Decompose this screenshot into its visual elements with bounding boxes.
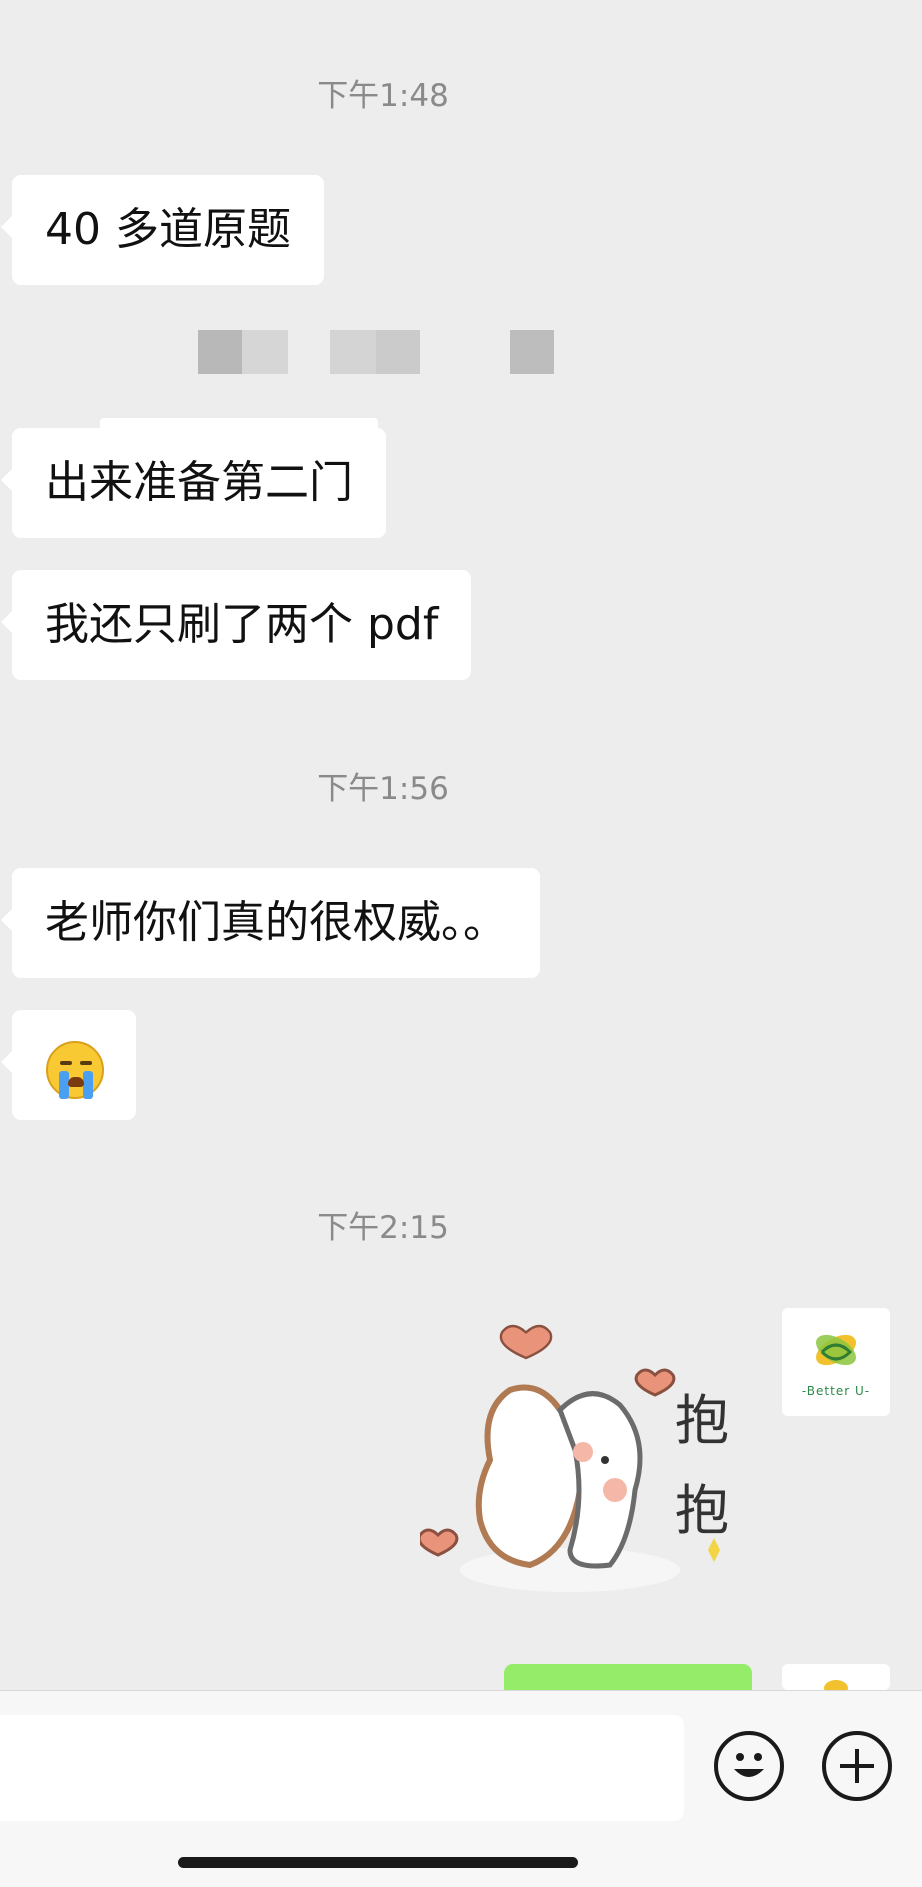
- emoji-button[interactable]: [714, 1731, 784, 1801]
- plus-button-icon: [840, 1749, 874, 1783]
- sticker-text: 抱抱: [675, 1389, 729, 1542]
- user-avatar[interactable]: [782, 1664, 890, 1690]
- message-bubble[interactable]: 老师你们真的很权威。。: [1, 868, 540, 978]
- message-bubble[interactable]: 40 多道原题: [1, 175, 324, 285]
- timestamp: 下午2:15: [317, 1210, 449, 1246]
- timestamp: 下午1:48: [317, 78, 449, 114]
- crying-face-icon: [46, 1041, 104, 1099]
- bubble-edge-fragment: [100, 418, 378, 428]
- message-input[interactable]: [0, 1715, 684, 1821]
- message-bubble[interactable]: 出来准备第二门: [1, 428, 386, 538]
- emoji-button-icon: [734, 1753, 764, 1777]
- user-avatar[interactable]: -Better U-: [782, 1308, 890, 1416]
- home-indicator[interactable]: [178, 1857, 578, 1868]
- hug-sticker[interactable]: 抱抱: [417, 1320, 760, 1600]
- message-bubble[interactable]: 我还只刷了两个 pdf: [0, 570, 472, 680]
- chat-input-bar: [0, 1690, 922, 1887]
- plus-button[interactable]: [822, 1731, 892, 1801]
- better-u-logo-icon: [824, 1680, 848, 1690]
- avatar-brand-text: -Better U-: [801, 1384, 871, 1398]
- better-u-logo-icon: [816, 1334, 856, 1366]
- timestamp: 下午1:56: [317, 771, 449, 807]
